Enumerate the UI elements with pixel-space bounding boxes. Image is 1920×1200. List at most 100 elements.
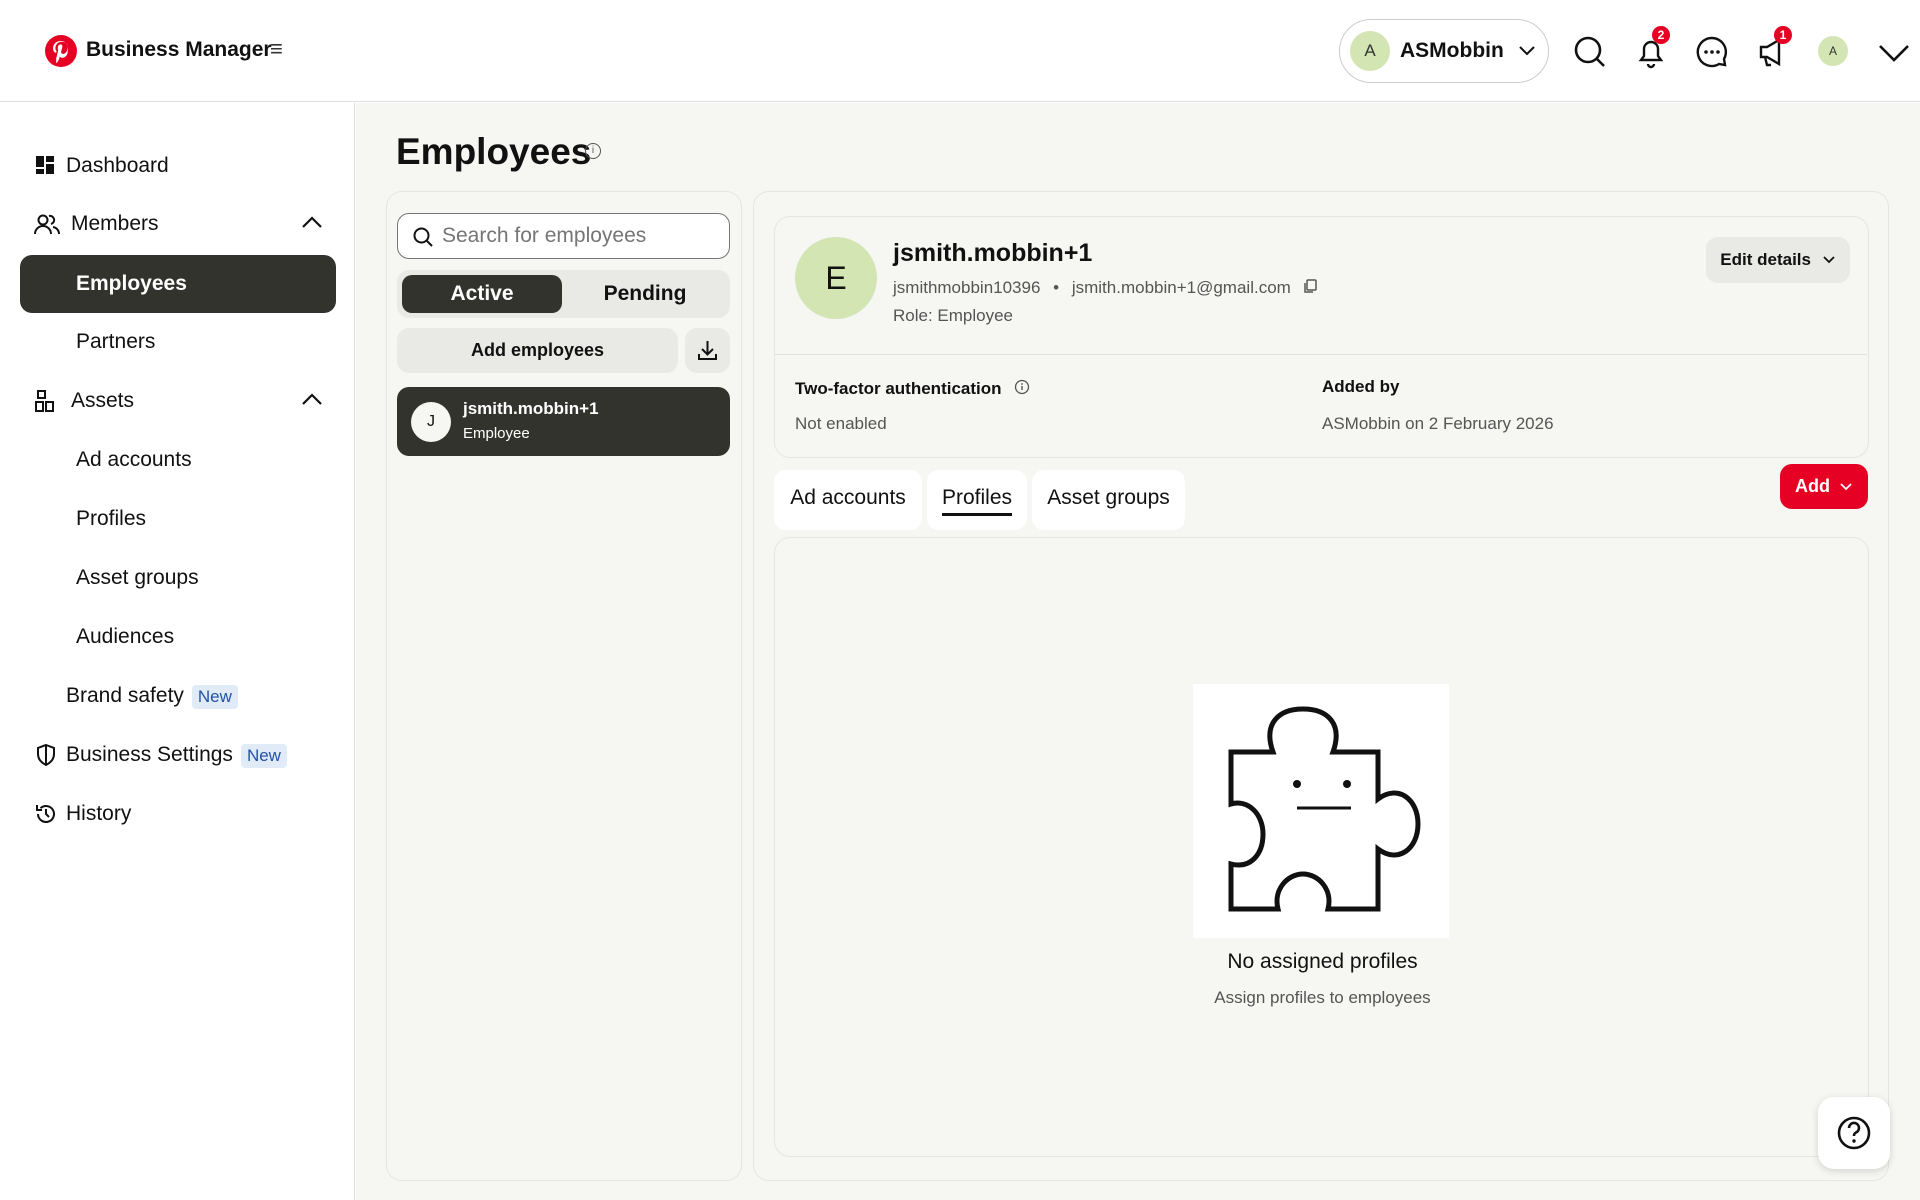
sidebar-item-audiences[interactable]: Audiences xyxy=(20,608,336,666)
info-icon[interactable] xyxy=(1014,379,1030,400)
two-factor-label-text: Two-factor authentication xyxy=(795,379,1002,398)
list-item[interactable]: J jsmith.mobbin+1 Employee xyxy=(397,387,730,456)
empty-subtitle: Assign profiles to employees xyxy=(1214,988,1431,1007)
search-input[interactable] xyxy=(442,224,712,248)
top-bar: Business Manager ≡ A ASMobbin 2 1 A xyxy=(0,0,1920,102)
info-icon[interactable]: i xyxy=(585,143,601,159)
employee-detail-panel: E jsmith.mobbin+1 jsmithmobbin10396 • js… xyxy=(753,191,1889,1181)
edit-details-label: Edit details xyxy=(1720,250,1811,269)
notifications-bell-icon[interactable]: 2 xyxy=(1631,26,1671,72)
puzzle-piece-illustration-icon xyxy=(1193,684,1449,938)
sidebar-item-profiles[interactable]: Profiles xyxy=(20,490,336,548)
employee-role: Employee xyxy=(463,425,530,442)
chevron-down-icon xyxy=(1839,465,1853,510)
employee-name: jsmith.mobbin+1 xyxy=(893,239,1093,267)
tab-label: Asset groups xyxy=(1047,486,1170,509)
tab-label: Ad accounts xyxy=(790,486,906,509)
new-badge: New xyxy=(240,743,287,768)
history-icon xyxy=(34,802,58,826)
pinterest-logo-icon[interactable] xyxy=(45,35,77,67)
edit-details-button[interactable]: Edit details xyxy=(1706,237,1850,283)
page-title: Employees xyxy=(396,131,592,172)
menu-icon[interactable]: ≡ xyxy=(270,36,283,62)
brand-safety-label: Brand safety xyxy=(66,683,184,707)
empty-state: No assigned profiles Assign profiles to … xyxy=(774,537,1869,1157)
tab-label: Profiles xyxy=(941,486,1013,516)
user-avatar[interactable]: A xyxy=(1818,36,1848,66)
sidebar-item-label: Employees xyxy=(76,272,187,295)
sidebar-item-partners[interactable]: Partners xyxy=(20,313,336,371)
employee-list-panel: Active Pending Add employees J jsmith.mo… xyxy=(386,191,742,1181)
employee-meta: jsmithmobbin10396 • jsmith.mobbin+1@gmai… xyxy=(893,278,1318,299)
account-switcher[interactable]: A ASMobbin xyxy=(1339,19,1549,83)
tab-active[interactable]: Active xyxy=(402,275,562,313)
main-content: Employees i Active Pending Add employees… xyxy=(356,103,1920,1200)
new-badge: New xyxy=(191,684,238,709)
sidebar-item-dashboard[interactable]: Dashboard xyxy=(20,137,336,195)
employee-name: jsmith.mobbin+1 xyxy=(463,399,599,418)
employee-info-card: E jsmith.mobbin+1 jsmithmobbin10396 • js… xyxy=(774,216,1869,458)
tab-asset-groups[interactable]: Asset groups xyxy=(1032,470,1185,530)
employee-role: Role: Employee xyxy=(893,306,1014,325)
sidebar-item-business-settings[interactable]: Business Settings New xyxy=(20,726,336,784)
notifications-badge: 2 xyxy=(1652,26,1670,44)
avatar: J xyxy=(411,402,451,442)
sidebar-item-label: Members xyxy=(71,212,159,235)
two-factor-label: Two-factor authentication xyxy=(795,379,1030,400)
app-title: Business Manager xyxy=(86,38,272,61)
sidebar-item-label: Ad accounts xyxy=(76,448,192,471)
sidebar-item-label: Dashboard xyxy=(66,154,169,177)
sidebar-item-label: Profiles xyxy=(76,507,147,530)
sidebar-item-asset-groups[interactable]: Asset groups xyxy=(20,549,336,607)
tab-profiles[interactable]: Profiles xyxy=(927,470,1027,530)
sidebar-item-ad-accounts[interactable]: Ad accounts xyxy=(20,431,336,489)
two-factor-value: Not enabled xyxy=(795,414,887,433)
email: jsmith.mobbin+1@gmail.com xyxy=(1071,278,1291,297)
avatar: E xyxy=(795,237,877,319)
tab-ad-accounts[interactable]: Ad accounts xyxy=(774,470,922,530)
dashboard-icon xyxy=(34,154,58,178)
account-avatar: A xyxy=(1350,31,1390,71)
people-icon xyxy=(34,212,61,236)
business-settings-label: Business Settings xyxy=(66,742,233,766)
chevron-up-icon[interactable] xyxy=(300,211,324,235)
sidebar-item-members[interactable]: Members xyxy=(20,195,336,253)
added-by-value: ASMobbin on 2 February 2026 xyxy=(1322,414,1554,433)
sidebar-item-brand-safety[interactable]: Brand safety New xyxy=(20,667,336,725)
sidebar-item-employees[interactable]: Employees xyxy=(20,255,336,313)
help-button[interactable] xyxy=(1818,1097,1890,1169)
download-button[interactable] xyxy=(685,328,730,373)
messages-icon[interactable] xyxy=(1692,32,1732,72)
sidebar: Dashboard Members Employees Partners Ass… xyxy=(0,103,355,1200)
sidebar-item-history[interactable]: History xyxy=(20,785,336,843)
empty-title: No assigned profiles xyxy=(1227,950,1418,973)
add-button[interactable]: Add xyxy=(1780,464,1868,509)
shield-icon xyxy=(34,743,58,767)
sidebar-item-assets[interactable]: Assets xyxy=(20,372,336,430)
download-icon xyxy=(698,341,717,360)
updates-badge: 1 xyxy=(1774,26,1792,44)
sidebar-item-label: Business Settings New xyxy=(66,743,287,768)
assets-icon xyxy=(34,389,58,413)
updates-megaphone-icon[interactable]: 1 xyxy=(1753,26,1793,72)
chevron-up-icon[interactable] xyxy=(300,388,324,412)
sidebar-item-label: Assets xyxy=(71,389,135,412)
sidebar-item-label: Brand safety New xyxy=(66,684,238,709)
search-box[interactable] xyxy=(397,213,730,259)
status-toggle: Active Pending xyxy=(397,270,730,318)
question-icon xyxy=(1837,1116,1871,1150)
chevron-down-icon xyxy=(1822,238,1836,284)
separator: • xyxy=(1053,278,1060,297)
search-icon[interactable] xyxy=(1570,32,1610,72)
sidebar-item-label: History xyxy=(66,802,132,825)
add-employees-button[interactable]: Add employees xyxy=(397,328,678,373)
username: jsmithmobbin10396 xyxy=(893,278,1041,297)
copy-icon[interactable] xyxy=(1302,278,1318,299)
add-label: Add xyxy=(1794,476,1830,496)
chevron-down-icon[interactable] xyxy=(1874,32,1914,72)
tab-pending[interactable]: Pending xyxy=(565,275,725,313)
chevron-down-icon xyxy=(1518,37,1536,71)
account-name: ASMobbin xyxy=(1400,39,1504,62)
sidebar-item-label: Asset groups xyxy=(76,566,199,589)
added-by-label: Added by xyxy=(1322,377,1400,396)
